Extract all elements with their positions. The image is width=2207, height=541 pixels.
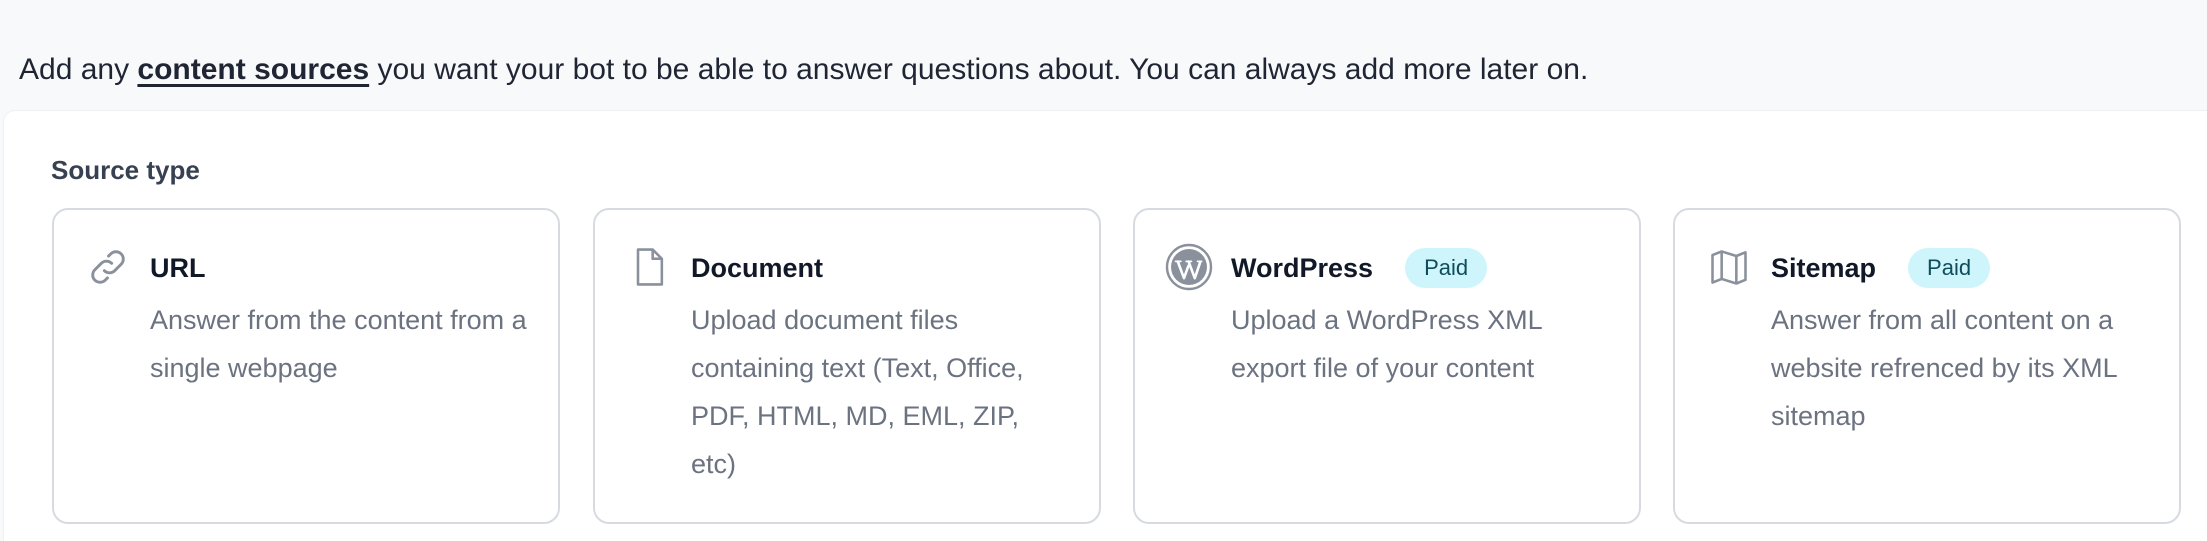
card-title: URL: [150, 253, 206, 283]
intro-suffix: you want your bot to be able to answer q…: [369, 53, 1589, 86]
card-title-row: Sitemap Paid: [1771, 248, 1991, 288]
source-type-panel: Source type URL Answer from the content …: [3, 110, 2207, 541]
card-description: Answer from the content from a single we…: [150, 305, 527, 383]
card-title-row: Document: [691, 248, 823, 288]
source-type-label: Source type: [51, 155, 200, 185]
content-sources-link[interactable]: content sources: [137, 53, 369, 86]
card-description: Answer from all content on a website ref…: [1771, 305, 2117, 431]
source-card-wordpress[interactable]: WordPress Paid Upload a WordPress XML ex…: [1133, 208, 1641, 524]
card-description: Upload document files containing text (T…: [691, 305, 1024, 479]
wordpress-icon: [1165, 243, 1213, 291]
source-card-url[interactable]: URL Answer from the content from a singl…: [52, 208, 560, 524]
source-card-document[interactable]: Document Upload document files containin…: [593, 208, 1101, 524]
card-title: WordPress: [1231, 253, 1374, 283]
card-title-row: URL: [150, 248, 206, 288]
source-card-sitemap[interactable]: Sitemap Paid Answer from all content on …: [1673, 208, 2181, 524]
card-title: Document: [691, 253, 824, 283]
intro-prefix: Add any: [19, 53, 138, 86]
card-title-row: WordPress Paid: [1231, 248, 1488, 288]
card-description: Upload a WordPress XML export file of yo…: [1231, 305, 1542, 383]
paid-badge: Paid: [1908, 248, 1991, 288]
card-title: Sitemap: [1771, 253, 1877, 283]
intro-text: Add any content sources you want your bo…: [19, 50, 1588, 90]
paid-badge: Paid: [1405, 248, 1488, 288]
document-icon: [627, 245, 671, 289]
map-icon: [1707, 245, 1751, 289]
link-icon: [86, 245, 130, 289]
